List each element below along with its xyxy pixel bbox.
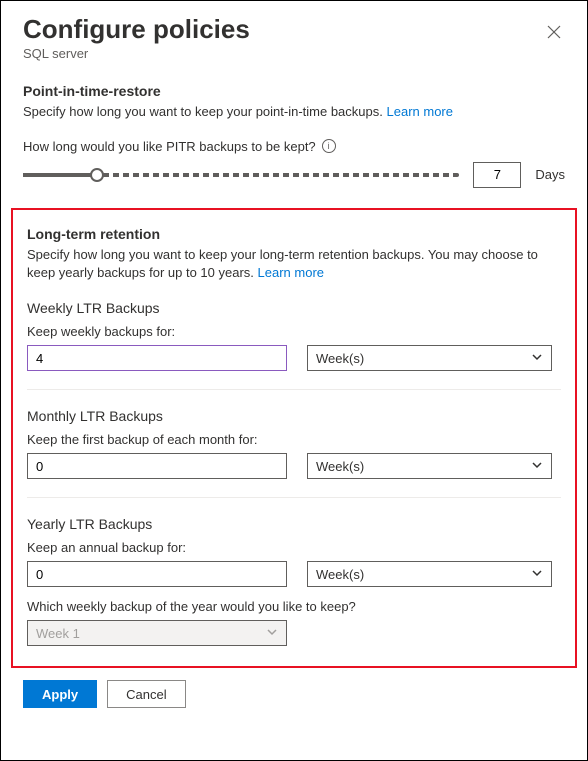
panel-header: Configure policies SQL server (1, 1, 587, 65)
chevron-down-icon (531, 459, 543, 474)
ltr-description: Specify how long you want to keep your l… (27, 246, 561, 282)
chevron-down-icon (531, 567, 543, 582)
chevron-down-icon (531, 351, 543, 366)
monthly-ltr-value-input[interactable] (27, 453, 287, 479)
monthly-ltr-unit-select[interactable]: Week(s) (307, 453, 552, 479)
panel-subtitle: SQL server (23, 46, 250, 61)
info-icon[interactable]: i (322, 139, 336, 153)
ltr-section-title: Long-term retention (27, 226, 561, 242)
weekly-ltr-unit-value: Week(s) (316, 351, 364, 366)
pitr-section-title: Point-in-time-restore (23, 83, 565, 99)
monthly-ltr-unit-value: Week(s) (316, 459, 364, 474)
footer-actions: Apply Cancel (1, 668, 587, 720)
ltr-highlight-box: Long-term retention Specify how long you… (11, 208, 577, 668)
weekly-ltr-value-input[interactable] (27, 345, 287, 371)
pitr-unit-label: Days (535, 167, 565, 182)
yearly-ltr-unit-select[interactable]: Week(s) (307, 561, 552, 587)
slider-thumb[interactable] (90, 168, 104, 182)
apply-button[interactable]: Apply (23, 680, 97, 708)
weekly-ltr-label: Keep weekly backups for: (27, 324, 561, 339)
monthly-ltr-label: Keep the first backup of each month for: (27, 432, 561, 447)
yearly-ltr-value-input[interactable] (27, 561, 287, 587)
divider (27, 389, 561, 390)
slider-track-fill (23, 173, 97, 177)
yearly-week-select: Week 1 (27, 620, 287, 646)
pitr-description: Specify how long you want to keep your p… (23, 103, 565, 121)
cancel-button[interactable]: Cancel (107, 680, 185, 708)
yearly-ltr-label: Keep an annual backup for: (27, 540, 561, 555)
pitr-question: How long would you like PITR backups to … (23, 139, 316, 154)
close-icon (547, 27, 561, 42)
close-button[interactable] (543, 21, 565, 46)
monthly-ltr-heading: Monthly LTR Backups (27, 408, 561, 424)
chevron-down-icon (266, 626, 278, 641)
yearly-week-question: Which weekly backup of the year would yo… (27, 599, 561, 614)
weekly-ltr-heading: Weekly LTR Backups (27, 300, 561, 316)
ltr-learn-more-link[interactable]: Learn more (258, 265, 324, 280)
yearly-ltr-heading: Yearly LTR Backups (27, 516, 561, 532)
yearly-week-value: Week 1 (36, 626, 80, 641)
divider (27, 497, 561, 498)
panel-title: Configure policies (23, 15, 250, 44)
weekly-ltr-unit-select[interactable]: Week(s) (307, 345, 552, 371)
pitr-value-input[interactable] (473, 162, 521, 188)
pitr-learn-more-link[interactable]: Learn more (387, 104, 453, 119)
pitr-slider[interactable] (23, 166, 459, 184)
yearly-ltr-unit-value: Week(s) (316, 567, 364, 582)
